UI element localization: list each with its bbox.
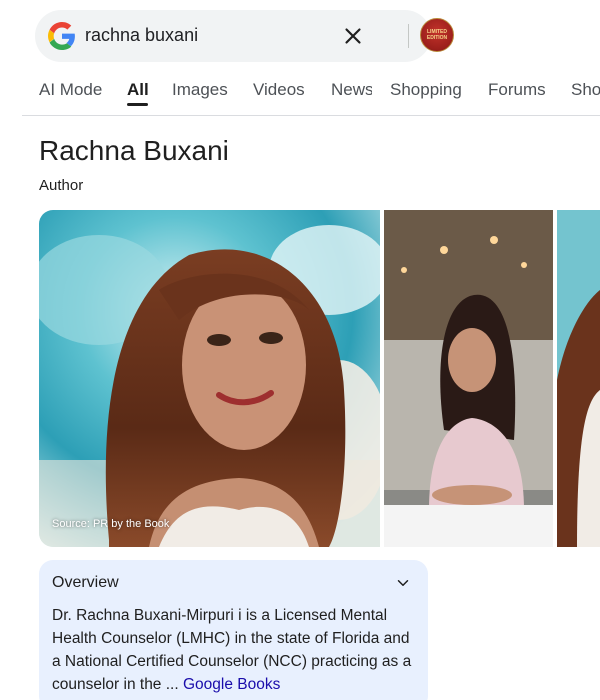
tab-ai-mode[interactable]: AI Mode [39,80,102,100]
doodle-label: EDITION [426,35,448,41]
doodle-badge-icon[interactable]: LIMITED EDITION [420,18,454,52]
tab-videos[interactable]: Videos [253,80,305,100]
search-bar[interactable]: rachna buxani LIMITED EDITION [35,10,454,62]
overview-text: Dr. Rachna Buxani-Mirpuri i is a License… [52,604,422,696]
portrait-photo-main [39,210,380,547]
active-tab-indicator [127,103,148,106]
image-source-caption: Source: PR by the Book [52,518,170,530]
search-tabs: AI Mode All Images Videos News Shopping … [0,72,600,108]
chevron-down-icon[interactable] [394,574,412,592]
overview-card[interactable]: Overview Dr. Rachna Buxani-Mirpuri i is … [39,560,428,700]
tab-more[interactable]: Sho [571,80,600,100]
google-logo-icon [48,22,75,50]
tab-shopping[interactable]: Shopping [390,80,462,100]
tab-forums[interactable]: Forums [488,80,546,100]
clear-search-icon[interactable] [340,23,366,49]
entity-subtitle: Author [39,177,84,194]
overview-title: Overview [52,574,119,591]
portrait-photo-third [557,210,600,547]
entity-title: Rachna Buxani [39,135,229,166]
tabs-divider [22,115,600,116]
google-books-link[interactable]: Google Books [183,676,280,693]
tab-all[interactable]: All [127,80,149,100]
portrait-photo-second [384,210,553,547]
entity-image-main[interactable] [39,210,380,547]
search-input[interactable]: rachna buxani [85,25,198,46]
tab-news[interactable]: News [331,80,372,100]
tab-images[interactable]: Images [172,80,228,100]
entity-image-second[interactable] [384,210,553,547]
entity-image-third[interactable] [557,210,600,547]
search-bar-divider [408,24,409,48]
